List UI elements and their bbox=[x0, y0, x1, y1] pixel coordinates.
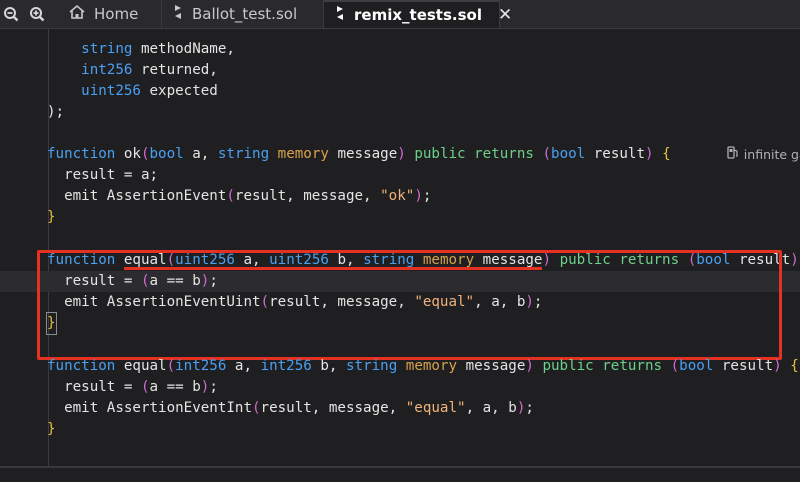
editor-tab-bar: Home Ballot_test.sol remix_tests.sol ✕ bbox=[0, 0, 800, 29]
home-icon bbox=[68, 4, 86, 24]
tab-remix-tests[interactable]: remix_tests.sol ✕ bbox=[324, 0, 512, 28]
code-line: emit AssertionEventInt(result, message, … bbox=[47, 400, 534, 416]
code-line: result = (a == b); bbox=[47, 379, 218, 395]
code-line: emit AssertionEvent(result, message, "ok… bbox=[47, 188, 432, 204]
close-icon[interactable]: ✕ bbox=[498, 5, 512, 25]
gas-estimate: infinite gas bbox=[695, 144, 800, 165]
code-line: ); bbox=[47, 104, 65, 120]
code-line: } bbox=[47, 421, 56, 437]
code-line: function ok(bool a, string memory messag… bbox=[0, 144, 800, 165]
tab-ballot-test[interactable]: Ballot_test.sol bbox=[162, 0, 324, 28]
code-line: function equal(int256 a, int256 b, strin… bbox=[47, 358, 799, 374]
code-editor[interactable]: string methodName, int256 returned, uint… bbox=[0, 29, 800, 468]
code-line: uint256 expected bbox=[47, 83, 218, 99]
zoom-out-icon[interactable] bbox=[0, 0, 22, 28]
tab-label: Ballot_test.sol bbox=[192, 5, 298, 23]
solidity-file-icon bbox=[334, 5, 346, 25]
gas-label: infinite gas bbox=[743, 147, 800, 162]
tab-label: Home bbox=[94, 5, 139, 23]
code-line: } bbox=[47, 209, 56, 225]
code-line: result = a; bbox=[47, 167, 159, 183]
code-line: string methodName, bbox=[47, 41, 235, 57]
tab-home[interactable]: Home bbox=[58, 0, 162, 28]
tab-label: remix_tests.sol bbox=[354, 6, 482, 24]
code-line: int256 returned, bbox=[47, 62, 218, 78]
annotation-underline bbox=[124, 267, 542, 270]
solidity-file-icon bbox=[172, 4, 184, 24]
zoom-in-icon[interactable] bbox=[26, 0, 48, 28]
